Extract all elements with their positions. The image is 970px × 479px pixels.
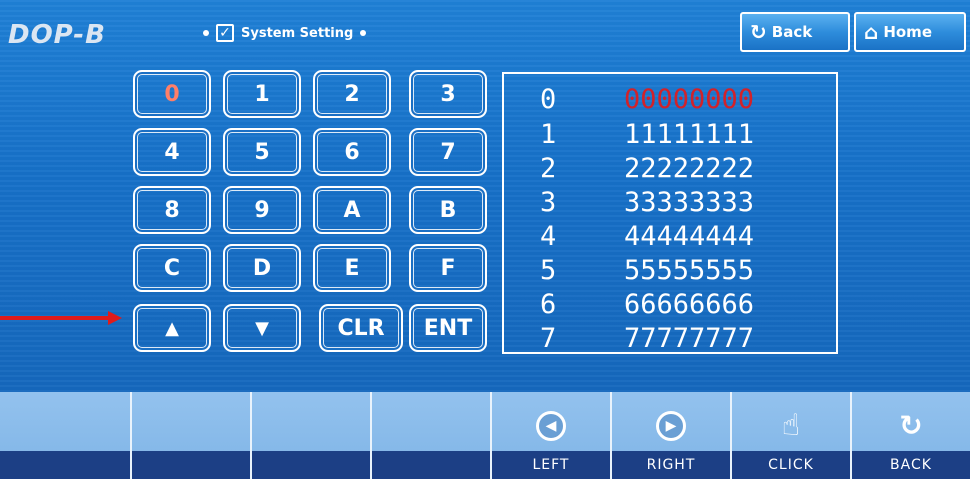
key-b[interactable]: B [409,186,487,234]
key-4[interactable]: 4 [133,128,211,176]
right-button[interactable]: ▶ RIGHT [610,392,730,479]
function-key-label [132,451,250,479]
annotation-arrow-shaft [0,316,116,320]
key-5[interactable]: 5 [223,128,301,176]
brand-logo: DOP-B [8,20,106,50]
key-7[interactable]: 7 [409,128,487,176]
annotation-arrow-icon [108,311,122,325]
top-bar: DOP-B ✓ System Setting ↻ Back ⌂ Home [0,0,970,66]
bullet-icon [360,30,367,36]
function-key-2[interactable] [130,392,250,479]
row-value: 22222222 [624,153,755,184]
key-f[interactable]: F [409,244,487,292]
key-2[interactable]: 2 [313,70,391,118]
back-function-label: BACK [852,451,970,479]
key-8[interactable]: 8 [133,186,211,234]
function-key-label [252,451,370,479]
left-arrow-icon: ◀ [534,409,568,443]
display-row: 7 77777777 [540,323,755,354]
row-index: 6 [540,289,557,320]
right-arrow-icon: ▶ [654,409,688,443]
function-key-label [372,451,490,479]
key-down[interactable]: ▼ [223,304,301,352]
row-value: 55555555 [624,255,755,286]
left-button-label: LEFT [492,451,610,479]
row-index: 5 [540,255,557,286]
back-arrow-icon: ↻ [750,20,767,44]
hmi-screen: DOP-B ✓ System Setting ↻ Back ⌂ Home 0 1… [0,0,970,392]
display-row: 1 11111111 [540,119,755,150]
back-button[interactable]: ↻ Back [740,12,850,52]
function-key-4[interactable] [370,392,490,479]
right-button-label: RIGHT [612,451,730,479]
checkbox-icon: ✓ [216,24,234,42]
display-row: 3 33333333 [540,187,755,218]
row-index: 4 [540,221,557,252]
key-9[interactable]: 9 [223,186,301,234]
row-index: 7 [540,323,557,354]
bullet-icon [203,30,209,36]
pointing-hand-icon: ☝ [781,408,801,443]
row-index: 3 [540,187,557,218]
row-value: 44444444 [624,221,755,252]
key-ent[interactable]: ENT [409,304,487,352]
key-3[interactable]: 3 [409,70,487,118]
row-value: 77777777 [624,323,755,354]
key-clr[interactable]: CLR [319,304,403,352]
function-key-label [0,451,130,479]
function-key-1[interactable] [0,392,130,479]
row-value: 11111111 [624,119,755,150]
function-key-3[interactable] [250,392,370,479]
home-button-label: Home [883,23,932,41]
key-d[interactable]: D [223,244,301,292]
display-row: 5 55555555 [540,255,755,286]
row-index: 0 [540,84,557,115]
left-button[interactable]: ◀ LEFT [490,392,610,479]
key-1[interactable]: 1 [223,70,301,118]
home-button[interactable]: ⌂ Home [854,12,966,52]
click-button-label: CLICK [732,451,850,479]
key-0[interactable]: 0 [133,70,211,118]
display-row: 2 22222222 [540,153,755,184]
data-display: 0 00000000 1 11111111 2 22222222 3 33333… [502,72,838,354]
row-value: 33333333 [624,187,755,218]
display-row: 0 00000000 [540,84,755,115]
row-index: 1 [540,119,557,150]
click-button[interactable]: ☝ CLICK [730,392,850,479]
key-a[interactable]: A [313,186,391,234]
home-icon: ⌂ [864,20,879,44]
key-6[interactable]: 6 [313,128,391,176]
page-title: System Setting [241,25,354,41]
key-c[interactable]: C [133,244,211,292]
breadcrumb: ✓ System Setting [203,22,367,44]
key-up[interactable]: ▲ [133,304,211,352]
function-key-bar: ◀ LEFT ▶ RIGHT ☝ CLICK ↻ BACK [0,392,970,479]
back-arrow-icon: ↻ [899,409,923,442]
back-button-label: Back [771,23,813,41]
row-index: 2 [540,153,557,184]
key-e[interactable]: E [313,244,391,292]
row-value: 66666666 [624,289,755,320]
display-row: 6 66666666 [540,289,755,320]
back-function-button[interactable]: ↻ BACK [850,392,970,479]
row-value: 00000000 [624,84,755,115]
display-row: 4 44444444 [540,221,755,252]
